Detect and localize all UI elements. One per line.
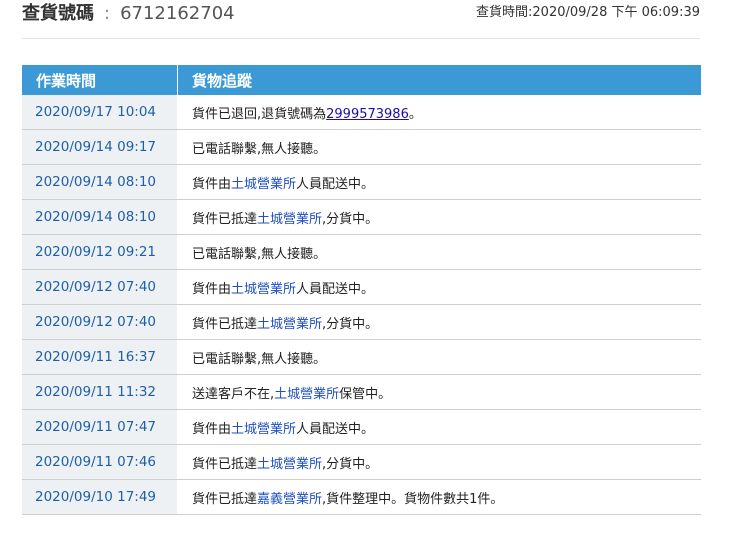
table-row: 2020/09/12 07:40 貨件由土城營業所人員配送中。 — [22, 269, 701, 305]
row-status: 已電話聯繫,無人接聽。 — [177, 129, 701, 165]
table-row: 2020/09/14 09:17 已電話聯繫,無人接聽。 — [22, 129, 701, 165]
office-name: 土城營業所 — [257, 456, 323, 472]
table-row: 2020/09/17 10:04 貨件已退回,退貨號碼為2999573986。 — [22, 95, 701, 130]
office-name: 土城營業所 — [231, 281, 297, 297]
tracking-number: 6712162704 — [120, 3, 235, 24]
column-header-status: 貨物追蹤 — [177, 65, 701, 95]
status-text: 保管中。 — [339, 386, 392, 402]
status-text: 貨件已抵達 — [192, 316, 258, 332]
office-name: 土城營業所 — [257, 211, 323, 227]
status-text: ,分貨中。 — [322, 211, 379, 227]
row-status: 貨件由土城營業所人員配送中。 — [177, 164, 701, 200]
row-status: 已電話聯繫,無人接聽。 — [177, 339, 701, 375]
row-time: 2020/09/11 11:32 — [22, 374, 178, 410]
status-text: 已電話聯繫,無人接聽。 — [192, 351, 327, 367]
status-text: 人員配送中。 — [296, 421, 375, 437]
page-header: 查貨號碼:6712162704 查貨時間:2020/09/28 下午 06:09… — [22, 0, 700, 39]
query-time: 查貨時間:2020/09/28 下午 06:09:39 — [476, 5, 700, 20]
status-text: ,分貨中。 — [322, 316, 379, 332]
status-text: 人員配送中。 — [296, 176, 375, 192]
row-time: 2020/09/10 17:49 — [22, 479, 178, 515]
table-row: 2020/09/12 09:21 已電話聯繫,無人接聽。 — [22, 234, 701, 270]
status-text: 貨件由 — [192, 421, 232, 437]
row-time: 2020/09/11 07:46 — [22, 444, 178, 480]
table-row: 2020/09/14 08:10 貨件已抵達土城營業所,分貨中。 — [22, 199, 701, 235]
table-row: 2020/09/14 08:10 貨件由土城營業所人員配送中。 — [22, 164, 701, 200]
table-body: 2020/09/17 10:04 貨件已退回,退貨號碼為2999573986。 20… — [22, 95, 701, 515]
tracking-label: 查貨號碼 — [22, 3, 94, 24]
status-text: ,分貨中。 — [322, 456, 379, 472]
row-status: 貨件由土城營業所人員配送中。 — [177, 269, 701, 305]
row-time: 2020/09/12 07:40 — [22, 304, 178, 340]
status-text: 貨件由 — [192, 176, 232, 192]
tracking-number-display: 查貨號碼:6712162704 — [22, 2, 235, 26]
row-time: 2020/09/12 09:21 — [22, 234, 178, 270]
table-row: 2020/09/11 07:46 貨件已抵達土城營業所,分貨中。 — [22, 444, 701, 480]
status-text: 貨件已抵達 — [192, 456, 258, 472]
status-text: 。 — [408, 106, 422, 122]
row-time: 2020/09/11 07:47 — [22, 409, 178, 445]
row-time: 2020/09/14 09:17 — [22, 129, 178, 165]
office-name: 土城營業所 — [231, 176, 297, 192]
row-status: 貨件已抵達土城營業所,分貨中。 — [177, 199, 701, 235]
tracking-table: 作業時間 貨物追蹤 2020/09/17 10:04 貨件已退回,退貨號碼為299… — [22, 65, 701, 515]
row-time: 2020/09/17 10:04 — [22, 95, 178, 130]
row-status: 貨件已抵達土城營業所,分貨中。 — [177, 444, 701, 480]
row-time: 2020/09/14 08:10 — [22, 164, 178, 200]
status-text: 送達客戶不在, — [192, 386, 275, 402]
status-text: 貨件已退回,退貨號碼為 — [192, 106, 327, 122]
table-header-row: 作業時間 貨物追蹤 — [22, 65, 701, 95]
status-text: 人員配送中。 — [296, 281, 375, 297]
row-status: 已電話聯繫,無人接聽。 — [177, 234, 701, 270]
table-row: 2020/09/11 11:32 送達客戶不在,土城營業所保管中。 — [22, 374, 701, 410]
row-status: 貨件已抵達土城營業所,分貨中。 — [177, 304, 701, 340]
table-row: 2020/09/11 16:37 已電話聯繫,無人接聽。 — [22, 339, 701, 375]
status-text: 貨件已抵達 — [192, 491, 258, 507]
return-number-link[interactable]: 2999573986 — [326, 107, 409, 122]
row-status: 送達客戶不在,土城營業所保管中。 — [177, 374, 701, 410]
office-name: 土城營業所 — [274, 386, 340, 402]
table-row: 2020/09/11 07:47 貨件由土城營業所人員配送中。 — [22, 409, 701, 445]
table-row: 2020/09/12 07:40 貨件已抵達土城營業所,分貨中。 — [22, 304, 701, 340]
status-text: 貨件已抵達 — [192, 211, 258, 227]
row-status: 貨件已退回,退貨號碼為2999573986。 — [177, 95, 701, 130]
row-time: 2020/09/11 16:37 — [22, 339, 178, 375]
status-text: 已電話聯繫,無人接聽。 — [192, 246, 327, 262]
office-name: 嘉義營業所 — [257, 491, 323, 507]
row-status: 貨件由土城營業所人員配送中。 — [177, 409, 701, 445]
status-text: ,貨件整理中。貨物件數共1件。 — [322, 491, 504, 507]
row-time: 2020/09/14 08:10 — [22, 199, 178, 235]
office-name: 土城營業所 — [231, 421, 297, 437]
tracking-separator: : — [104, 3, 111, 24]
row-status: 貨件已抵達嘉義營業所,貨件整理中。貨物件數共1件。 — [177, 479, 701, 515]
column-header-time: 作業時間 — [22, 65, 178, 95]
row-time: 2020/09/12 07:40 — [22, 269, 178, 305]
office-name: 土城營業所 — [257, 316, 323, 332]
status-text: 已電話聯繫,無人接聽。 — [192, 141, 327, 157]
status-text: 貨件由 — [192, 281, 232, 297]
table-row: 2020/09/10 17:49 貨件已抵達嘉義營業所,貨件整理中。貨物件數共1件… — [22, 479, 701, 515]
